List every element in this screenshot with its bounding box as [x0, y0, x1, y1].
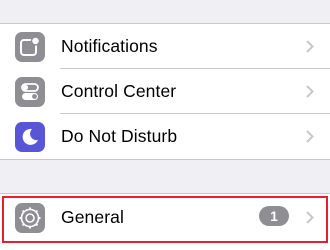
notification-badge: 1 — [259, 206, 289, 226]
section-header-gap — [0, 0, 330, 24]
settings-row-general[interactable]: General 1 — [0, 194, 330, 241]
settings-row-do-not-disturb[interactable]: Do Not Disturb — [0, 114, 330, 159]
settings-row-label: Do Not Disturb — [61, 126, 178, 146]
control-center-icon — [15, 77, 45, 107]
notifications-icon — [15, 32, 45, 62]
settings-row-notifications[interactable]: Notifications — [0, 24, 330, 69]
moon-icon — [15, 122, 45, 152]
settings-row-label: Notifications — [61, 36, 158, 56]
gear-icon — [15, 203, 45, 233]
settings-row-control-center[interactable]: Control Center — [0, 69, 330, 114]
chevron-right-icon — [306, 40, 314, 53]
settings-row-label: General — [61, 207, 124, 227]
settings-group-notifications: Notifications Control Center Do Not Dist… — [0, 24, 330, 160]
settings-group-general: General 1 — [0, 193, 330, 250]
chevron-right-icon — [306, 211, 314, 224]
settings-screen: Notifications Control Center Do Not Dist… — [0, 0, 330, 250]
settings-row-label: Control Center — [61, 81, 177, 101]
chevron-right-icon — [306, 85, 314, 98]
chevron-right-icon — [306, 130, 314, 143]
